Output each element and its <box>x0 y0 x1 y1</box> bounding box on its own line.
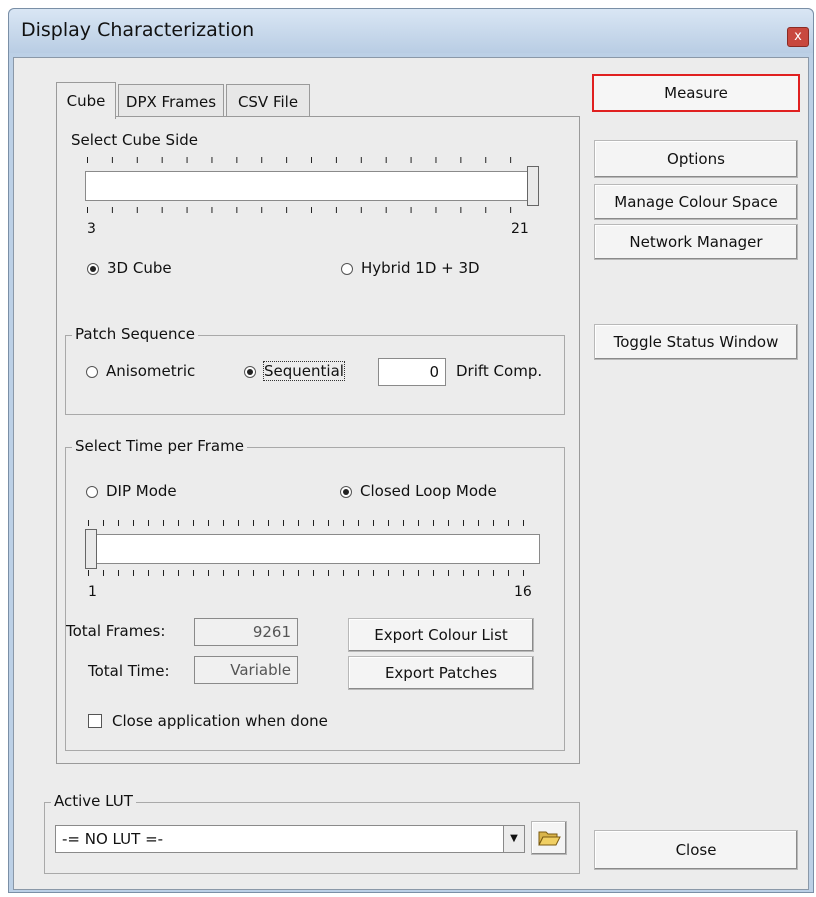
time-per-frame-title: Select Time per Frame <box>72 437 247 455</box>
patch-sequence-title: Patch Sequence <box>72 325 198 343</box>
title-bar[interactable]: Display Characterization x <box>9 9 813 53</box>
cube-slider-thumb[interactable] <box>527 166 539 206</box>
radio-dip-mode-label: DIP Mode <box>106 482 177 500</box>
cube-slider-ticks-bottom <box>87 207 535 213</box>
close-button[interactable]: Close <box>594 830 798 870</box>
drift-comp-input[interactable]: 0 <box>378 358 446 386</box>
total-frames-label: Total Frames: <box>66 622 166 640</box>
total-time-value: Variable <box>194 656 298 684</box>
measure-button[interactable]: Measure <box>592 74 800 112</box>
options-button[interactable]: Options <box>594 140 798 178</box>
tab-cube[interactable]: Cube <box>56 82 116 119</box>
radio-dip-mode[interactable] <box>86 486 98 498</box>
network-manager-button[interactable]: Network Manager <box>594 224 798 260</box>
patch-sequence-group: Patch Sequence Anisometric Sequential 0 … <box>65 325 565 415</box>
manage-colour-space-button[interactable]: Manage Colour Space <box>594 184 798 220</box>
select-cube-side-label: Select Cube Side <box>71 131 198 149</box>
cube-slider-ticks-top <box>87 157 535 163</box>
lut-select[interactable]: -= NO LUT =- ▼ <box>55 825 525 853</box>
dialog-client-area: Cube DPX Frames CSV File Select Cube Sid… <box>13 57 809 890</box>
close-when-done-label: Close application when done <box>112 712 328 730</box>
total-frames-value: 9261 <box>194 618 298 646</box>
tab-dpx-frames[interactable]: DPX Frames <box>118 84 224 118</box>
radio-hybrid-label: Hybrid 1D + 3D <box>361 259 480 277</box>
radio-closed-loop-mode-label: Closed Loop Mode <box>360 482 497 500</box>
export-colour-list-button[interactable]: Export Colour List <box>348 618 534 652</box>
active-lut-group: Active LUT -= NO LUT =- ▼ <box>44 792 580 874</box>
radio-closed-loop-mode[interactable] <box>340 486 352 498</box>
radio-sequential-label: Sequential <box>263 361 345 381</box>
dialog-window: Display Characterization x Cube DPX Fram… <box>8 8 814 893</box>
lut-selected-value: -= NO LUT =- <box>62 830 164 848</box>
radio-3d-cube-label: 3D Cube <box>107 259 172 277</box>
close-window-icon[interactable]: x <box>787 27 809 47</box>
export-patches-button[interactable]: Export Patches <box>348 656 534 690</box>
close-when-done-checkbox[interactable] <box>88 714 102 728</box>
window-title: Display Characterization <box>21 19 255 41</box>
time-slider-thumb[interactable] <box>85 529 97 569</box>
time-per-frame-group: Select Time per Frame DIP Mode Closed Lo… <box>65 437 565 751</box>
time-slider-min: 1 <box>88 584 97 600</box>
folder-open-icon <box>538 831 561 846</box>
radio-anisometric-label: Anisometric <box>106 362 196 380</box>
active-lut-title: Active LUT <box>51 792 136 810</box>
time-slider-max: 16 <box>514 584 532 600</box>
radio-3d-cube[interactable] <box>87 263 99 275</box>
radio-hybrid[interactable] <box>341 263 353 275</box>
cube-slider-max: 21 <box>511 221 529 237</box>
cube-tab-panel: Select Cube Side 3 21 3D Cube Hybrid 1D … <box>56 116 580 764</box>
time-slider-ticks-bottom <box>88 570 538 576</box>
tab-csv-file[interactable]: CSV File <box>226 84 310 118</box>
cube-side-slider[interactable] <box>85 166 539 206</box>
time-slider-ticks-top <box>88 520 538 526</box>
radio-anisometric[interactable] <box>86 366 98 378</box>
total-time-label: Total Time: <box>88 662 170 680</box>
toggle-status-window-button[interactable]: Toggle Status Window <box>594 324 798 360</box>
cube-slider-min: 3 <box>87 221 96 237</box>
time-per-frame-slider[interactable] <box>85 529 540 569</box>
drift-comp-label: Drift Comp. <box>456 362 543 380</box>
chevron-down-icon[interactable]: ▼ <box>503 826 524 852</box>
open-lut-folder-button[interactable] <box>531 821 567 855</box>
radio-sequential[interactable] <box>244 366 256 378</box>
